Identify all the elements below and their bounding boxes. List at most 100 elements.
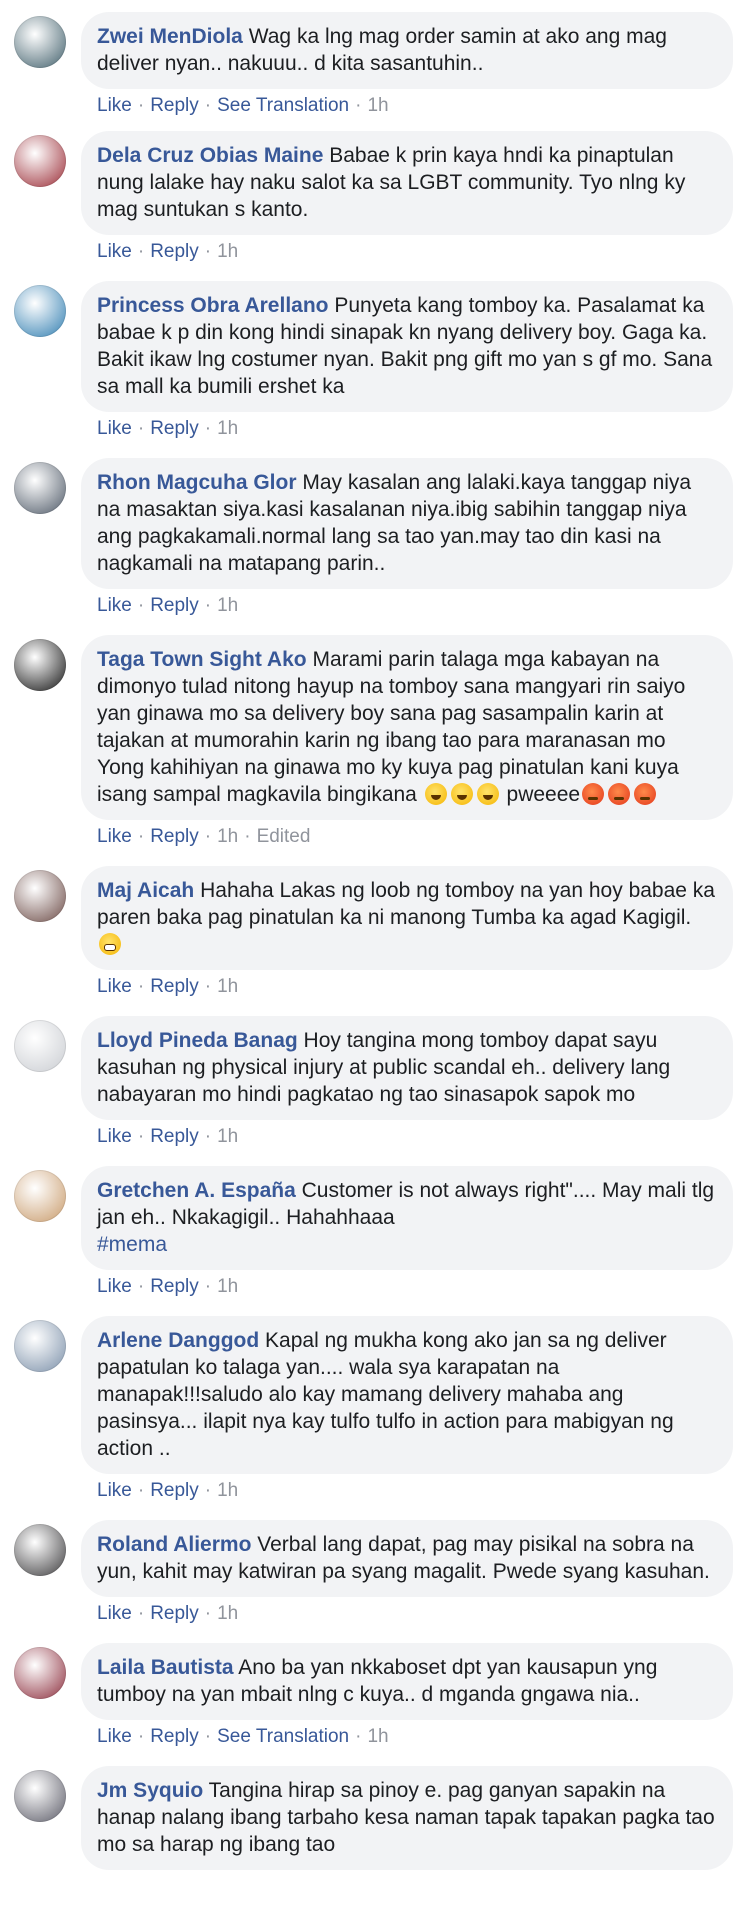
comment-author[interactable]: Roland Aliermo xyxy=(97,1533,251,1556)
comment-actions: Like · Reply · 1h · Edited xyxy=(81,820,733,850)
comment-actions: Like · Reply · 1h xyxy=(81,412,733,442)
comment-actions: Like · Reply · 1h xyxy=(81,1270,733,1300)
reply-link[interactable]: Reply xyxy=(150,1276,199,1297)
avatar[interactable] xyxy=(14,1524,66,1576)
avatar[interactable] xyxy=(14,1170,66,1222)
avatar[interactable] xyxy=(14,870,66,922)
comment-actions: Like · Reply · See Translation · 1h xyxy=(81,89,733,119)
see-translation-link[interactable]: See Translation xyxy=(217,95,349,116)
comment-author[interactable]: Zwei MenDiola xyxy=(97,25,243,48)
avatar[interactable] xyxy=(14,1320,66,1372)
separator-dot: · xyxy=(204,1726,212,1747)
avatar[interactable] xyxy=(14,1020,66,1072)
reply-link[interactable]: Reply xyxy=(150,976,199,997)
separator-dot: · xyxy=(137,1726,145,1747)
comment: Zwei MenDiola Wag ka lng mag order samin… xyxy=(0,12,750,119)
comment-body: Laila Bautista Ano ba yan nkkaboset dpt … xyxy=(81,1643,733,1750)
comment-timestamp[interactable]: 1h xyxy=(367,1726,388,1747)
separator-dot: · xyxy=(137,1276,145,1297)
separator-dot: · xyxy=(244,826,251,847)
comment-author[interactable]: Taga Town Sight Ako xyxy=(97,648,307,671)
comment-text: Marami parin talaga mga kabayan na dimon… xyxy=(97,648,686,806)
hashtag-link[interactable]: #mema xyxy=(97,1231,717,1258)
comment-bubble: Gretchen A. España Customer is not alway… xyxy=(81,1166,733,1270)
comment-actions: Like · Reply · 1h xyxy=(81,1120,733,1150)
comment: Laila Bautista Ano ba yan nkkaboset dpt … xyxy=(0,1643,750,1750)
like-link[interactable]: Like xyxy=(97,595,132,616)
separator-dot: · xyxy=(137,826,145,847)
comment-bubble: Taga Town Sight Ako Marami parin talaga … xyxy=(81,635,733,820)
separator-dot: · xyxy=(204,1126,212,1147)
comment-timestamp[interactable]: 1h xyxy=(217,418,238,439)
avatar[interactable] xyxy=(14,462,66,514)
comment-author[interactable]: Lloyd Pineda Banag xyxy=(97,1029,298,1052)
comment-timestamp[interactable]: 1h xyxy=(217,241,238,262)
comment-author[interactable]: Rhon Magcuha Glor xyxy=(97,471,297,494)
comment-author[interactable]: Arlene Danggod xyxy=(97,1329,259,1352)
reply-link[interactable]: Reply xyxy=(150,241,199,262)
avatar[interactable] xyxy=(14,285,66,337)
like-link[interactable]: Like xyxy=(97,976,132,997)
separator-dot: · xyxy=(204,976,212,997)
avatar[interactable] xyxy=(14,639,66,691)
comment-timestamp[interactable]: 1h xyxy=(367,95,388,116)
comment-timestamp[interactable]: 1h xyxy=(217,976,238,997)
separator-dot: · xyxy=(204,95,212,116)
like-link[interactable]: Like xyxy=(97,1276,132,1297)
reply-link[interactable]: Reply xyxy=(150,1480,199,1501)
reply-link[interactable]: Reply xyxy=(150,826,199,847)
comment-author[interactable]: Jm Syquio xyxy=(97,1779,203,1802)
reply-link[interactable]: Reply xyxy=(150,1726,199,1747)
comment-actions: Like · Reply · 1h xyxy=(81,1597,733,1627)
reply-link[interactable]: Reply xyxy=(150,595,199,616)
comment-bubble: Rhon Magcuha Glor May kasalan ang lalaki… xyxy=(81,458,733,589)
comment-author[interactable]: Maj Aicah xyxy=(97,879,194,902)
separator-dot: · xyxy=(137,241,145,262)
like-link[interactable]: Like xyxy=(97,418,132,439)
avatar[interactable] xyxy=(14,16,66,68)
comment-author[interactable]: Laila Bautista xyxy=(97,1656,234,1679)
comment: Lloyd Pineda Banag Hoy tangina mong tomb… xyxy=(0,1016,750,1150)
separator-dot: · xyxy=(355,95,362,116)
like-link[interactable]: Like xyxy=(97,1126,132,1147)
angry-emoji-icon xyxy=(582,783,605,805)
reply-link[interactable]: Reply xyxy=(150,418,199,439)
comment-timestamp[interactable]: 1h xyxy=(217,826,238,847)
reply-link[interactable]: Reply xyxy=(150,95,199,116)
angry-emoji-icon xyxy=(634,783,657,805)
see-translation-link[interactable]: See Translation xyxy=(217,1726,349,1747)
avatar[interactable] xyxy=(14,1770,66,1822)
separator-dot: · xyxy=(204,595,212,616)
laughing-emoji-icon xyxy=(424,783,447,805)
like-link[interactable]: Like xyxy=(97,826,132,847)
comment-body: Dela Cruz Obias Maine Babae k prin kaya … xyxy=(81,131,733,265)
reply-link[interactable]: Reply xyxy=(150,1603,199,1624)
comment-author[interactable]: Dela Cruz Obias Maine xyxy=(97,144,323,167)
comment: Rhon Magcuha Glor May kasalan ang lalaki… xyxy=(0,458,750,619)
comment-timestamp[interactable]: 1h xyxy=(217,1276,238,1297)
comment-author[interactable]: Gretchen A. España xyxy=(97,1179,296,1202)
like-link[interactable]: Like xyxy=(97,1603,132,1624)
comment-bubble: Dela Cruz Obias Maine Babae k prin kaya … xyxy=(81,131,733,235)
comment-timestamp[interactable]: 1h xyxy=(217,595,238,616)
like-link[interactable]: Like xyxy=(97,1480,132,1501)
like-link[interactable]: Like xyxy=(97,95,132,116)
comment-actions: Like · Reply · 1h xyxy=(81,970,733,1000)
laughing-emoji-icon xyxy=(476,783,499,805)
edited-label[interactable]: Edited xyxy=(257,826,311,847)
separator-dot: · xyxy=(137,1126,145,1147)
comment-timestamp[interactable]: 1h xyxy=(217,1603,238,1624)
comment-body: Roland Aliermo Verbal lang dapat, pag ma… xyxy=(81,1520,733,1627)
comment-timestamp[interactable]: 1h xyxy=(217,1480,238,1501)
like-link[interactable]: Like xyxy=(97,1726,132,1747)
avatar[interactable] xyxy=(14,1647,66,1699)
reply-link[interactable]: Reply xyxy=(150,1126,199,1147)
comment: Jm Syquio Tangina hirap sa pinoy e. pag … xyxy=(0,1766,750,1870)
avatar[interactable] xyxy=(14,135,66,187)
comment-body: Lloyd Pineda Banag Hoy tangina mong tomb… xyxy=(81,1016,733,1150)
comment-author[interactable]: Princess Obra Arellano xyxy=(97,294,328,317)
comment-timestamp[interactable]: 1h xyxy=(217,1126,238,1147)
comment-bubble: Zwei MenDiola Wag ka lng mag order samin… xyxy=(81,12,733,89)
comment-body: Princess Obra Arellano Punyeta kang tomb… xyxy=(81,281,733,442)
like-link[interactable]: Like xyxy=(97,241,132,262)
